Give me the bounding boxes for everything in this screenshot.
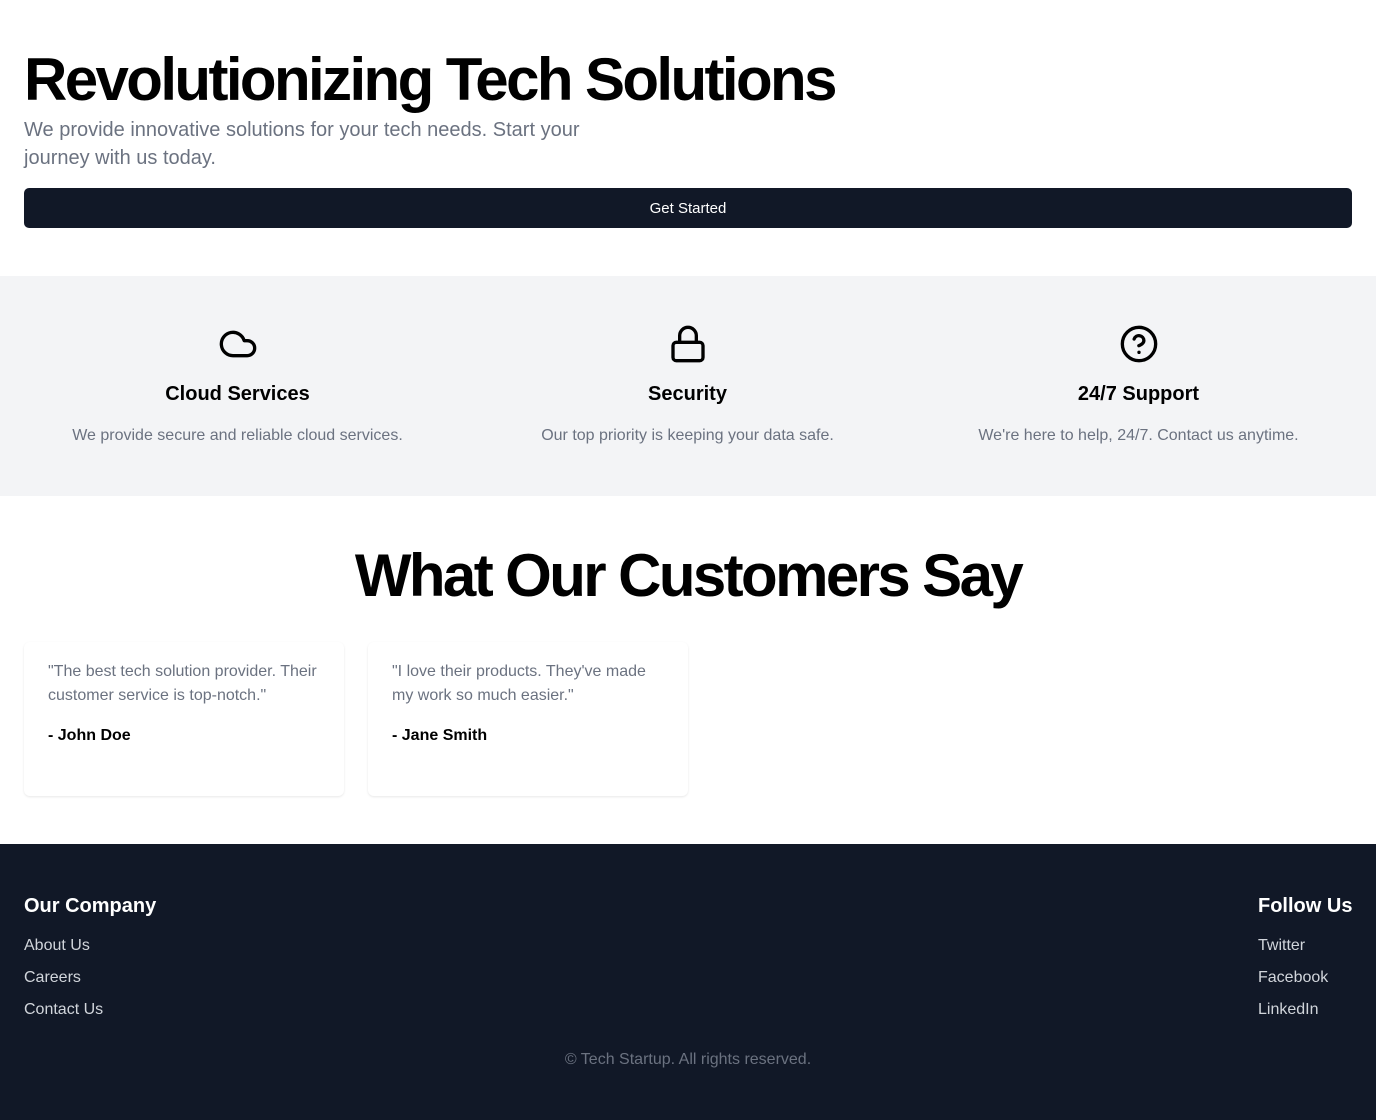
footer-link-about-us[interactable]: About Us <box>24 934 156 966</box>
feature-description: We provide secure and reliable cloud ser… <box>72 427 403 444</box>
features-section: Cloud Services We provide secure and rel… <box>0 276 1376 496</box>
footer-link-careers[interactable]: Careers <box>24 966 156 998</box>
feature-cloud-services: Cloud Services We provide secure and rel… <box>12 276 463 496</box>
footer-link-twitter[interactable]: Twitter <box>1258 934 1352 966</box>
footer-social-links: Twitter Facebook LinkedIn <box>1258 934 1352 1030</box>
feature-title: 24/7 Support <box>1077 383 1200 405</box>
footer-company-links: About Us Careers Contact Us <box>24 934 156 1030</box>
testimonial-card: "I love their products. They've made my … <box>368 642 688 796</box>
footer-heading-company: Our Company <box>24 895 157 917</box>
footer-social-column: Follow Us Twitter Facebook LinkedIn <box>1258 892 1352 1030</box>
footer-copyright: © Tech Startup. All rights reserved. <box>564 1051 812 1068</box>
hero-subtitle: We provide innovative solutions for your… <box>24 119 580 169</box>
footer-link-linkedin[interactable]: LinkedIn <box>1258 998 1352 1030</box>
footer-heading-follow-us: Follow Us <box>1258 895 1353 917</box>
testimonial-author: - John Doe <box>48 727 131 744</box>
footer-link-facebook[interactable]: Facebook <box>1258 966 1352 998</box>
feature-description: We're here to help, 24/7. Contact us any… <box>978 427 1299 444</box>
hero-title: Revolutionizing Tech Solutions <box>24 46 837 113</box>
footer-company-column: Our Company About Us Careers Contact Us <box>24 892 156 1030</box>
testimonial-card: "The best tech solution provider. Their … <box>24 642 344 796</box>
testimonial-quote: "The best tech solution provider. Their … <box>48 663 317 704</box>
feature-support: 24/7 Support We're here to help, 24/7. C… <box>913 276 1364 496</box>
help-circle-icon <box>1119 324 1159 364</box>
testimonial-quote: "I love their products. They've made my … <box>392 663 646 704</box>
hero-section: Revolutionizing Tech Solutions We provid… <box>0 0 1376 276</box>
testimonials-title: What Our Customers Say <box>354 542 1024 609</box>
testimonial-author: - Jane Smith <box>392 727 488 744</box>
feature-security: Security Our top priority is keeping you… <box>462 276 913 496</box>
lock-icon <box>668 324 708 364</box>
feature-description: Our top priority is keeping your data sa… <box>541 427 834 444</box>
feature-title: Cloud Services <box>165 383 310 405</box>
footer: Our Company About Us Careers Contact Us … <box>0 844 1376 1120</box>
feature-title: Security <box>648 383 727 405</box>
get-started-button[interactable]: Get Started <box>24 188 1352 228</box>
cloud-icon <box>218 324 258 364</box>
footer-link-contact-us[interactable]: Contact Us <box>24 998 156 1030</box>
